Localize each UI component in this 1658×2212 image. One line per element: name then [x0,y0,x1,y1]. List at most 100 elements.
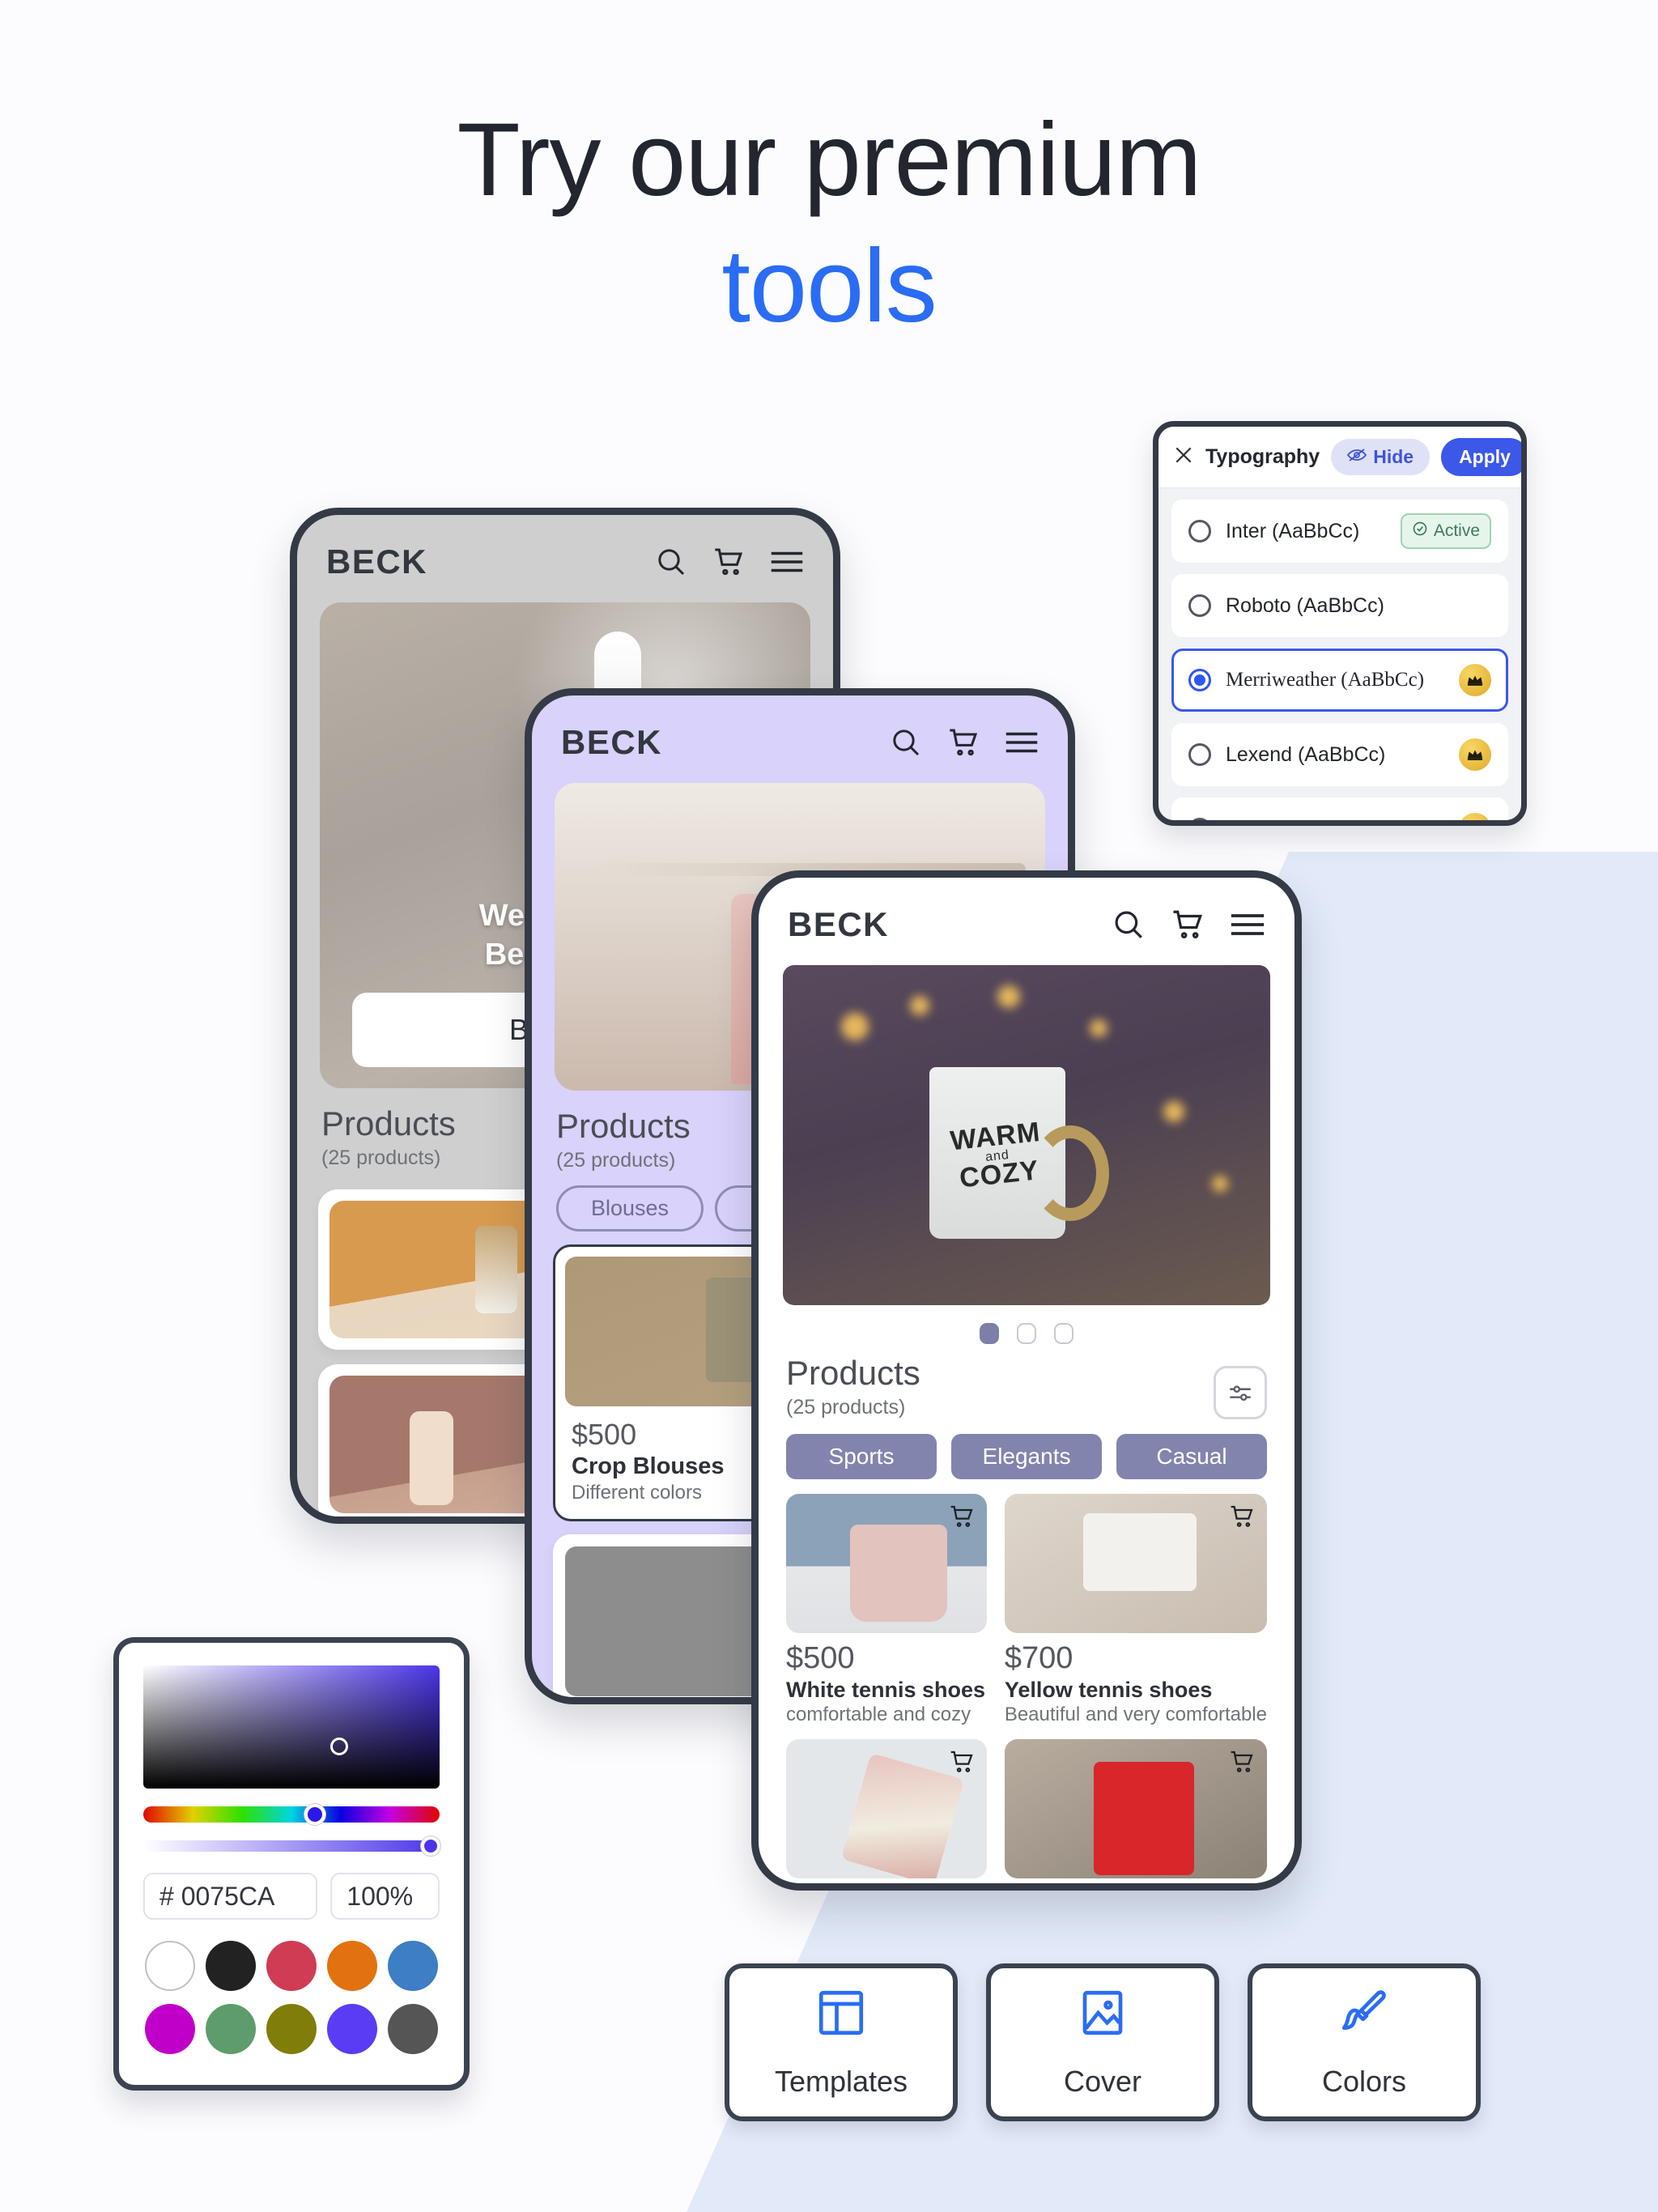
product-name: White tennis shoes [786,1678,986,1703]
phone3-screen: BECK WARM and COZY Products (25 products… [759,878,1295,1883]
swatch-green[interactable] [205,2004,256,2054]
phone3-brand: BECK [788,905,890,943]
cart-icon[interactable] [1228,1749,1256,1779]
poster-canvas: Try our premium tools BECK Beck Products… [0,0,1658,2212]
font-option-outfit[interactable]: Outfit (AaBbCc) [1171,798,1508,821]
phone2-navbar: BECK [532,696,1068,783]
phone3-products-titleblock: Products (25 products) [786,1355,920,1419]
apply-button[interactable]: Apply [1441,438,1521,476]
alpha-slider[interactable] [143,1836,441,1856]
hide-button-label: Hide [1373,446,1414,467]
chip-elegants[interactable]: Elegants [951,1434,1102,1480]
radio-icon[interactable] [1188,594,1211,617]
font-option-label: Lexend (AaBbCc) [1226,742,1386,766]
product-image [1004,1494,1267,1634]
carousel-dot-2[interactable] [1017,1323,1036,1344]
radio-icon[interactable] [1188,520,1211,542]
cart-icon[interactable] [712,546,746,578]
phone3-navbar: BECK [759,878,1295,965]
swatch-magenta[interactable] [144,2004,195,2054]
font-option-lexend[interactable]: Lexend (AaBbCc) [1171,723,1508,786]
search-icon[interactable] [1112,908,1146,942]
chip-sports[interactable]: Sports [786,1434,937,1480]
hue-slider-handle[interactable] [304,1804,326,1825]
carousel-dot-1[interactable] [980,1323,999,1344]
phone1-products-titleblock: Products (25 products) [321,1104,456,1170]
cart-icon[interactable] [1170,908,1205,942]
saturation-value-area[interactable] [143,1665,440,1789]
phone2-products-count: (25 products) [556,1149,676,1172]
alpha-input[interactable]: 100% [330,1873,440,1920]
phone3-products-header: Products (25 products) [759,1352,1295,1420]
product-name: Yellow tennis shoes [1004,1678,1213,1703]
hero-mug-label: WARM and COZY [949,1117,1045,1194]
swatch-white[interactable] [144,1941,195,1991]
bokeh-light [1211,1176,1228,1193]
font-option-label: Outfit (AaBbCc) [1226,818,1444,821]
swatch-red[interactable] [266,1941,317,1991]
radio-icon[interactable] [1188,818,1211,820]
phone2-chip[interactable]: Blouses [556,1185,704,1232]
cart-icon[interactable] [948,1504,976,1534]
sv-handle[interactable] [329,1738,348,1756]
radio-icon[interactable] [1188,743,1211,766]
bokeh-light [1163,1101,1184,1122]
product-tile[interactable]: $500 [786,1739,987,1883]
swatch-olive[interactable] [266,2004,317,2054]
colors-button-label: Colors [1321,2065,1407,2098]
swatch-grey[interactable] [388,2004,439,2054]
bokeh-light [1090,1019,1108,1038]
layout-icon [814,1986,868,2044]
crown-icon [1459,738,1491,771]
radio-icon[interactable] [1188,669,1211,691]
color-fields: # 0075CA 100% [143,1873,440,1920]
swatch-blue[interactable] [388,1941,439,1991]
product-image [1004,1739,1267,1879]
phone2-brand: BECK [561,723,663,761]
product-price: $500 [786,1641,855,1676]
hamburger-menu-icon[interactable] [1230,912,1265,937]
search-icon[interactable] [655,546,687,578]
font-option-inter[interactable]: Inter (AaBbCc) Active [1171,500,1508,563]
hero-mug: WARM and COZY [929,1067,1109,1239]
carousel-dot-3[interactable] [1054,1323,1073,1344]
filter-button[interactable] [1214,1366,1267,1420]
phone3-product-grid: $500 White tennis shoes comfortable and … [759,1479,1295,1883]
search-icon[interactable] [890,726,922,759]
product-image [786,1494,987,1634]
cart-icon[interactable] [946,726,980,759]
color-picker-panel: # 0075CA 100% [113,1637,470,2091]
colors-button[interactable]: Colors [1248,1963,1481,2121]
swatch-orange[interactable] [327,1941,378,1991]
carousel-pager [759,1305,1295,1352]
chip-casual[interactable]: Casual [1116,1434,1267,1480]
crown-icon [1459,813,1491,820]
hue-slider[interactable] [143,1804,440,1825]
hamburger-menu-icon[interactable] [1005,730,1039,755]
product-tile[interactable]: $700 Yellow tennis shoes Beautiful and v… [1004,1494,1267,1726]
font-option-roboto[interactable]: Roboto (AaBbCc) [1171,574,1508,637]
phone1-products-title: Products [321,1104,456,1142]
product-tile[interactable]: $700 [1004,1739,1267,1883]
phone3-products-count: (25 products) [786,1396,906,1419]
typography-panel-header: Typography Hide Apply [1158,427,1521,488]
cart-icon[interactable] [1228,1504,1256,1534]
product-tile[interactable]: $500 White tennis shoes comfortable and … [786,1494,987,1726]
hamburger-menu-icon[interactable] [770,550,804,574]
hide-button[interactable]: Hide [1331,439,1431,475]
close-icon[interactable] [1173,445,1194,470]
swatch-black[interactable] [205,1941,256,1991]
swatch-violet[interactable] [327,2004,378,2054]
templates-button[interactable]: Templates [725,1963,958,2121]
bokeh-light [997,985,1020,1009]
headline-line-2: tools [721,228,937,345]
cover-button[interactable]: Cover [986,1963,1219,2121]
page-title: Try our premium tools [0,97,1658,350]
check-circle-icon [1412,521,1428,542]
hex-input[interactable]: # 0075CA [143,1873,318,1920]
phone3-hero-banner: WARM and COZY [783,965,1270,1305]
cart-icon[interactable] [948,1749,976,1779]
alpha-slider-handle[interactable] [421,1836,441,1856]
cover-button-label: Cover [1063,2065,1142,2098]
font-option-merriweather[interactable]: Merriweather (AaBbCc) [1171,649,1508,712]
